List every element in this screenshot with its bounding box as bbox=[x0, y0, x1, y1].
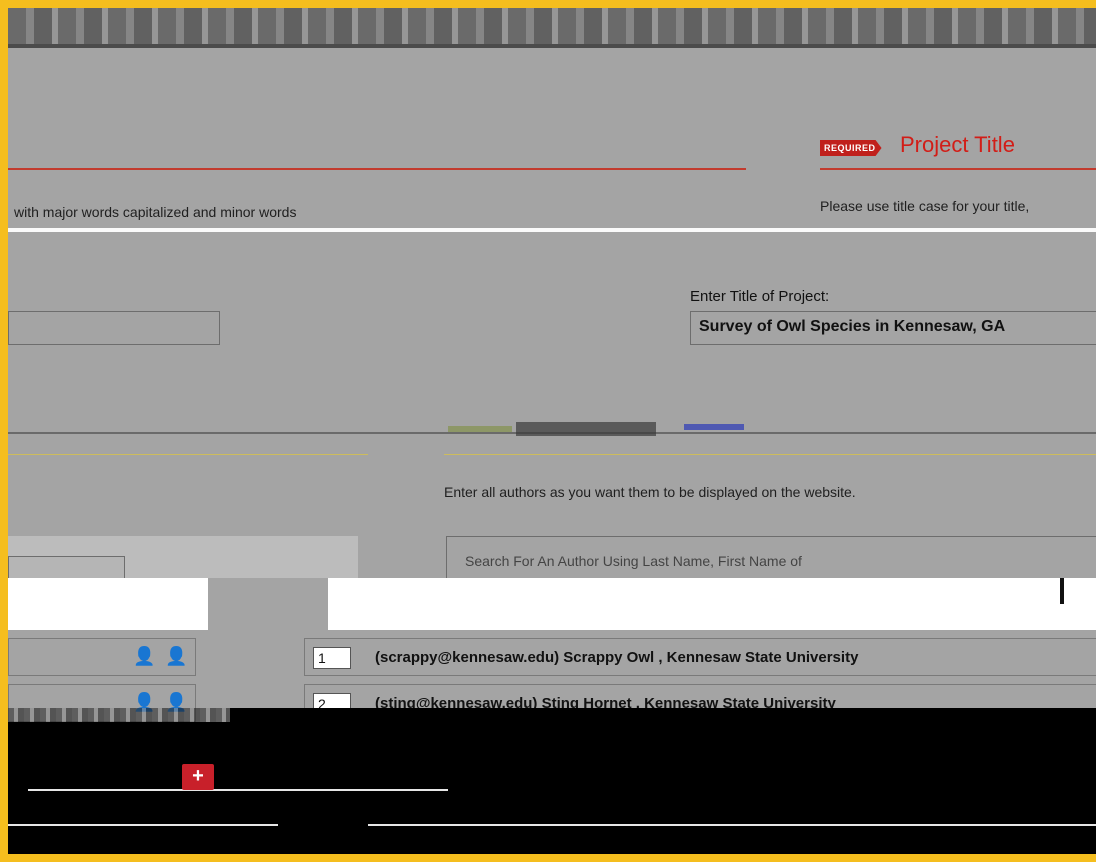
project-title-input[interactable]: Survey of Owl Species in Kennesaw, GA bbox=[690, 311, 1096, 345]
render-artifact-band bbox=[8, 8, 1096, 44]
author-row-actions: 👤 👤 bbox=[8, 638, 196, 676]
render-artifact-line bbox=[368, 824, 1096, 826]
left-text-input[interactable] bbox=[8, 311, 220, 345]
render-artifact-gap bbox=[208, 578, 328, 630]
render-artifact-mid bbox=[8, 422, 1096, 446]
render-artifact-black bbox=[8, 722, 1096, 854]
plus-icon: + bbox=[192, 765, 204, 787]
edit-user-icon[interactable]: 👤 bbox=[165, 646, 187, 667]
author-name: (scrappy@kennesaw.edu) Scrappy Owl , Ken… bbox=[375, 649, 859, 666]
section-divider-left bbox=[8, 168, 746, 170]
add-author-button[interactable]: + bbox=[182, 764, 214, 790]
section-title: Project Title bbox=[900, 132, 1015, 157]
authors-divider-left bbox=[8, 454, 368, 455]
author-order-input[interactable]: 1 bbox=[313, 647, 351, 669]
render-artifact-row bbox=[8, 708, 230, 722]
render-artifact-bar bbox=[8, 228, 1096, 232]
authors-hint: Enter all authors as you want them to be… bbox=[444, 484, 856, 500]
section-divider-right bbox=[820, 168, 1096, 170]
form-canvas: REQUIRED Project Title with major words … bbox=[8, 8, 1096, 854]
render-artifact-line bbox=[8, 44, 1096, 48]
project-title-label: Enter Title of Project: bbox=[690, 288, 830, 305]
render-artifact-line bbox=[28, 789, 448, 791]
text-cursor bbox=[1060, 578, 1064, 604]
render-artifact-line bbox=[8, 824, 278, 826]
title-hint-right: Please use title case for your title, bbox=[820, 198, 1030, 214]
author-row: 1 (scrappy@kennesaw.edu) Scrappy Owl , K… bbox=[304, 638, 1096, 676]
authors-divider-right bbox=[444, 454, 1096, 455]
render-artifact-white-band bbox=[8, 578, 1096, 630]
title-hint-left: with major words capitalized and minor w… bbox=[14, 204, 297, 220]
required-badge: REQUIRED bbox=[820, 140, 882, 156]
remove-user-icon[interactable]: 👤 bbox=[133, 646, 155, 667]
